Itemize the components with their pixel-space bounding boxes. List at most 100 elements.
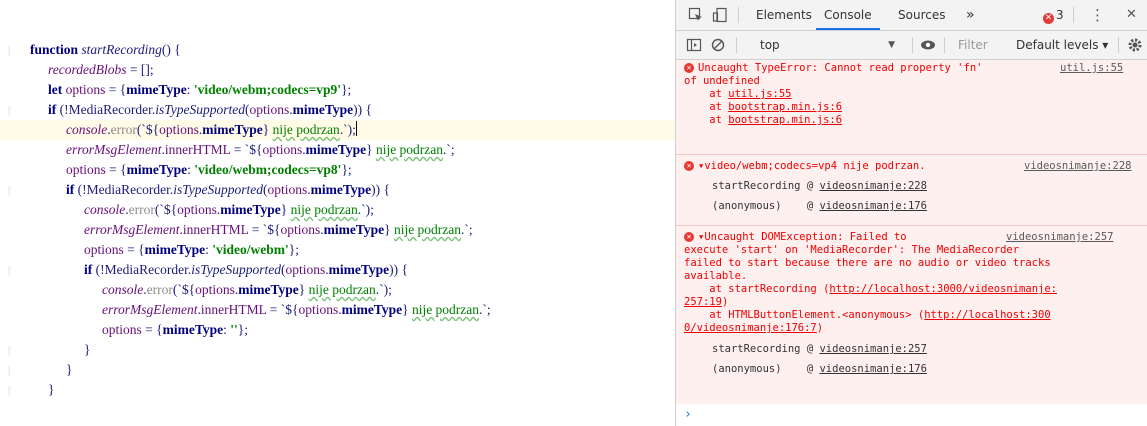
tab-console[interactable]: Console: [816, 0, 880, 30]
call-link[interactable]: videosnimanje:176: [819, 200, 926, 212]
error-text: execute 'start' on 'MediaRecorder': The …: [684, 244, 1020, 256]
console-error-message[interactable]: ✕ Uncaught TypeError: Cannot read proper…: [676, 60, 1147, 155]
stack-text: at startRecording (: [684, 283, 830, 295]
source-link[interactable]: util.js:55: [1060, 62, 1123, 75]
code-token: 'video/webm;codecs=vp9': [193, 82, 342, 97]
source-link[interactable]: videosnimanje:228: [1024, 160, 1131, 173]
code-token: mimeType: [323, 222, 385, 237]
console-error-message[interactable]: ✕ ▾Uncaught DOMException: Failed to vide…: [676, 226, 1147, 405]
stack-link[interactable]: bootstrap.min.js:6: [728, 114, 842, 126]
console-output[interactable]: ✕ Uncaught TypeError: Cannot read proper…: [676, 60, 1147, 426]
code-token: }: [366, 142, 376, 157]
code-token: (!MediaRecorder.: [77, 182, 174, 197]
code-line[interactable]: let options = {mimeType: 'video/webm;cod…: [0, 80, 680, 100]
code-line[interactable]: options = {mimeType: ''};: [0, 320, 680, 340]
error-text[interactable]: ▾video/webm;codecs=vp4 nije podrzan.: [698, 160, 926, 173]
code-token: mimeType: [305, 142, 367, 157]
code-text: errorMsgElement.innerHTML = `${options.m…: [84, 220, 473, 240]
error-text: failed to start because there are no aud…: [684, 257, 1051, 269]
stack-frame: at bootstrap.min.js:6: [684, 101, 842, 114]
code-token: )) {: [389, 262, 408, 277]
inspect-element-icon[interactable]: [688, 7, 704, 23]
code-token: '': [230, 322, 238, 337]
call-link[interactable]: videosnimanje:176: [819, 363, 926, 375]
code-token: console: [102, 282, 144, 297]
sidebar-toggle-icon[interactable]: [686, 37, 702, 53]
gutter-fold-marker: |: [8, 344, 11, 356]
log-levels-dropdown[interactable]: Default levels ▾: [1016, 31, 1108, 59]
stack-link[interactable]: 257:19: [684, 296, 722, 308]
stack-link[interactable]: bootstrap.min.js:6: [728, 101, 842, 113]
code-token: .`;: [461, 222, 473, 237]
code-token: (`${: [172, 282, 196, 297]
code-line[interactable]: console.error(`${options.mimeType} nije …: [0, 120, 680, 140]
code-token: }: [402, 302, 412, 317]
gutter-fold-marker: |: [8, 384, 11, 396]
code-token: }: [280, 202, 291, 217]
code-text: }: [84, 340, 90, 360]
stack-frame: at startRecording (http://localhost:3000…: [684, 283, 1057, 296]
code-token: error: [128, 202, 155, 217]
code-editor[interactable]: | function startRecording() {recordedBlob…: [0, 0, 680, 426]
code-line[interactable]: | if (!MediaRecorder.isTypeSupported(opti…: [0, 100, 680, 120]
code-line[interactable]: |}: [0, 380, 680, 400]
more-tabs-button[interactable]: »: [958, 0, 983, 30]
call-fn: startRecording: [712, 180, 801, 192]
code-line[interactable]: | if (!MediaRecorder.isTypeSupported(opti…: [0, 180, 680, 200]
code-token: isTypeSupported: [191, 262, 281, 277]
stack-text: at HTMLButtonElement.<anonymous> (: [684, 309, 925, 321]
stack-link[interactable]: 0/videosnimanje:176:7: [684, 322, 817, 334]
code-line[interactable]: errorMsgElement.innerHTML = `${options.m…: [0, 140, 680, 160]
code-line[interactable]: | function startRecording() {: [0, 40, 680, 60]
code-token: options: [249, 102, 290, 117]
code-text: console.error(`${options.mimeType} nije …: [102, 280, 392, 300]
error-text: of undefined: [684, 75, 760, 87]
stack-link[interactable]: http://localhost:300: [924, 309, 1050, 321]
source-link[interactable]: videosnimanje:257: [1006, 231, 1113, 244]
gutter-fold-marker: |: [8, 104, 11, 116]
code-token: options: [102, 322, 142, 337]
code-token: (!MediaRecorder.: [95, 262, 192, 277]
code-text: }: [48, 380, 54, 400]
stack-link[interactable]: util.js:55: [728, 88, 791, 100]
code-token: if: [84, 262, 96, 277]
code-line[interactable]: | if (!MediaRecorder.isTypeSupported(opti…: [0, 260, 680, 280]
gear-icon[interactable]: [1127, 37, 1143, 53]
console-error-message[interactable]: ✕ ▾video/webm;codecs=vp4 nije podrzan. v…: [676, 155, 1147, 226]
tab-elements[interactable]: Elements: [748, 0, 820, 30]
chevron-down-icon: ▼: [888, 40, 895, 50]
filter-input[interactable]: Filter: [954, 35, 1010, 55]
kebab-menu-icon[interactable]: ⋮: [1082, 0, 1113, 30]
call-frame: (anonymous) @ videosnimanje:176: [712, 363, 927, 376]
console-prompt[interactable]: ›: [676, 404, 1147, 426]
clear-console-icon[interactable]: [710, 37, 726, 53]
call-link[interactable]: videosnimanje:257: [819, 343, 926, 355]
code-text: console.error(`${options.mimeType} nije …: [84, 200, 374, 220]
code-text: let options = {mimeType: 'video/webm;cod…: [48, 80, 351, 100]
code-token: isTypeSupported: [155, 102, 245, 117]
error-text[interactable]: ▾Uncaught DOMException: Failed to: [698, 231, 907, 244]
code-line[interactable]: options = {mimeType: 'video/webm'};: [0, 240, 680, 260]
code-line[interactable]: |}: [0, 360, 680, 380]
stack-text: at: [684, 114, 729, 126]
error-text: Uncaught TypeError: Cannot read property…: [698, 62, 983, 74]
code-line[interactable]: console.error(`${options.mimeType} nije …: [0, 280, 680, 300]
code-token: }: [84, 342, 91, 357]
error-count-badge[interactable]: ✕ 3: [1043, 0, 1064, 30]
device-toolbar-icon[interactable]: [712, 7, 728, 23]
code-line[interactable]: recordedBlobs = [];: [0, 60, 680, 80]
context-value: top: [760, 38, 780, 52]
stack-link[interactable]: http://localhost:3000/videosnimanje:: [829, 283, 1057, 295]
code-line[interactable]: console.error(`${options.mimeType} nije …: [0, 200, 680, 220]
code-text: options = {mimeType: 'video/webm'};: [84, 240, 299, 260]
close-icon[interactable]: ✕: [1118, 0, 1145, 30]
code-line[interactable]: |}: [0, 340, 680, 360]
call-link[interactable]: videosnimanje:228: [819, 180, 926, 192]
code-line[interactable]: errorMsgElement.innerHTML = `${options.m…: [0, 300, 680, 320]
code-line[interactable]: errorMsgElement.innerHTML = `${options.m…: [0, 220, 680, 240]
eye-icon[interactable]: [920, 37, 936, 53]
tabbar-divider: [738, 7, 739, 23]
context-selector[interactable]: top ▼: [760, 35, 905, 55]
tab-sources[interactable]: Sources: [890, 0, 953, 30]
code-line[interactable]: options = {mimeType: 'video/webm;codecs=…: [0, 160, 680, 180]
